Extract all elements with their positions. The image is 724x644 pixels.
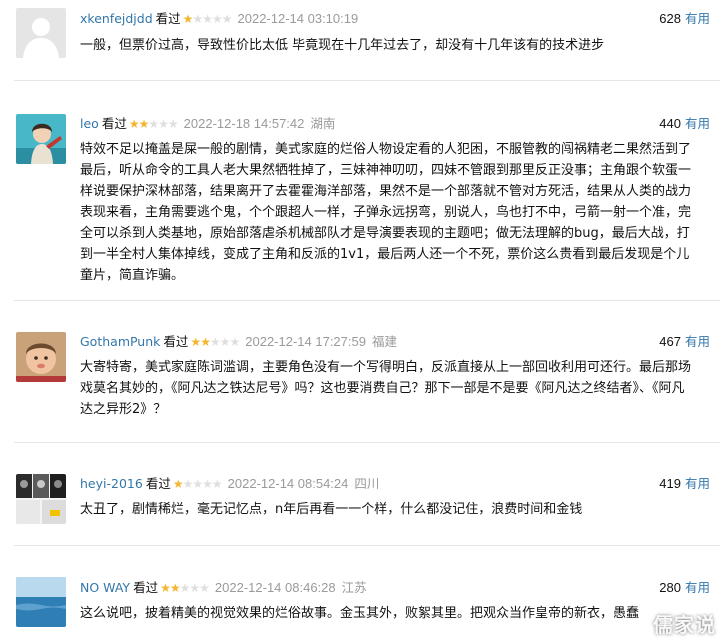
vote-area: 628 有用	[659, 9, 710, 29]
vote-count: 628	[659, 11, 681, 26]
divider	[14, 300, 720, 301]
avatar[interactable]	[16, 114, 66, 164]
username-link[interactable]: leo	[80, 116, 99, 131]
baby-photo-avatar-icon	[16, 332, 66, 382]
review-text: 太丑了，剧情稀烂，毫无记忆点，n年后再看一一个样，什么都没记住，浪费时间和金钱	[80, 502, 583, 517]
star-empty-icon: ★	[211, 12, 223, 26]
star-empty-icon: ★	[221, 12, 233, 26]
divider	[14, 80, 720, 81]
seen-label: 看过	[163, 334, 189, 349]
review-header: heyi-2016 看过 ★★★★★ 2022-12-14 08:54:24 四川	[80, 474, 710, 494]
star-empty-icon: ★	[202, 477, 213, 491]
vote-area: 440 有用	[659, 114, 710, 134]
username-link[interactable]: heyi-2016	[80, 476, 143, 491]
username-link[interactable]: GothamPunk	[80, 334, 160, 349]
useful-button[interactable]: 有用	[685, 580, 710, 595]
review-location: 江苏	[341, 580, 367, 595]
star-filled-icon: ★	[200, 335, 211, 349]
watermark-logo: 儒家说	[653, 613, 716, 637]
vote-count: 467	[659, 334, 681, 349]
review-text: 大寄特寄，美式家庭陈词滥调，主要角色没有一个写得明白，反派直接从上一部回收利用可…	[80, 360, 692, 417]
star-empty-icon: ★	[192, 477, 203, 491]
vote-area: 467 有用	[659, 332, 710, 352]
default-avatar-icon	[16, 8, 66, 58]
username-link[interactable]: xkenfejdjdd	[80, 11, 153, 26]
star-filled-icon: ★	[128, 117, 140, 131]
seen-label: 看过	[155, 11, 181, 26]
star-filled-icon: ★	[190, 335, 201, 349]
review-time: 2022-12-14 08:54:24	[227, 476, 349, 491]
star-empty-icon: ★	[148, 117, 159, 131]
star-empty-icon: ★	[229, 335, 240, 349]
useful-button[interactable]: 有用	[685, 116, 710, 131]
vote-count: 440	[659, 116, 681, 131]
avatar[interactable]	[16, 474, 66, 524]
star-empty-icon: ★	[199, 581, 210, 595]
sea-photo-avatar-icon	[16, 577, 66, 627]
rating-stars: ★★★★★	[182, 9, 233, 29]
avatar[interactable]	[16, 577, 66, 627]
review-header: xkenfejdjdd 看过 ★★★★★ 2022-12-14 03:10:19	[80, 9, 710, 29]
star-empty-icon: ★	[189, 581, 200, 595]
star-filled-icon: ★	[182, 12, 194, 26]
star-empty-icon: ★	[179, 581, 191, 595]
review-location: 湖南	[310, 116, 336, 131]
review-time: 2022-12-14 17:27:59	[245, 334, 366, 349]
username-link[interactable]: NO WAY	[80, 580, 130, 595]
rating-stars: ★★★★★	[172, 474, 223, 494]
vote-count: 280	[659, 580, 681, 595]
star-filled-icon: ★	[172, 477, 184, 491]
star-filled-icon: ★	[169, 581, 181, 595]
star-empty-icon: ★	[182, 477, 194, 491]
review-text: 一般，但票价过高，导致性价比太低 毕竟现在十几年过去了，却没有十几年该有的技术进…	[80, 38, 605, 53]
divider	[14, 442, 720, 443]
star-empty-icon: ★	[158, 117, 169, 131]
review-time: 2022-12-14 08:46:28	[214, 580, 336, 595]
review-time: 2022-12-18 14:57:42	[183, 116, 305, 131]
vote-area: 280 有用	[659, 578, 710, 598]
rating-stars: ★★★★★	[190, 332, 240, 352]
divider	[14, 545, 720, 546]
star-empty-icon: ★	[209, 335, 221, 349]
review-header: leo 看过 ★★★★★ 2022-12-18 14:57:42 湖南	[80, 114, 710, 134]
star-empty-icon: ★	[167, 117, 179, 131]
review-text: 特效不足以掩盖是屎一般的剧情，美式家庭的烂俗人物设定看的人犯困，不服管教的闯祸精…	[80, 142, 692, 283]
review-text: 这么说吧，披着精美的视觉效果的烂俗故事。金玉其外，败絮其里。把观众当作皇帝的新衣…	[80, 606, 640, 621]
review-header: GothamPunk 看过 ★★★★★ 2022-12-14 17:27:59 福建	[80, 332, 710, 352]
vote-count: 419	[659, 476, 681, 491]
collage-avatar-icon	[16, 474, 66, 524]
rating-stars: ★★★★★	[160, 578, 210, 598]
useful-button[interactable]: 有用	[685, 476, 710, 491]
useful-button[interactable]: 有用	[685, 11, 710, 26]
seen-label: 看过	[145, 476, 171, 491]
star-filled-icon: ★	[160, 581, 171, 595]
review-time: 2022-12-14 03:10:19	[237, 11, 359, 26]
vote-area: 419 有用	[659, 474, 710, 494]
useful-button[interactable]: 有用	[685, 334, 710, 349]
star-filled-icon: ★	[138, 117, 150, 131]
illustration-avatar-icon	[16, 114, 66, 164]
review-location: 四川	[354, 476, 380, 491]
rating-stars: ★★★★★	[128, 114, 179, 134]
star-empty-icon: ★	[202, 12, 213, 26]
avatar[interactable]	[16, 8, 66, 58]
review-header: NO WAY 看过 ★★★★★ 2022-12-14 08:46:28 江苏	[80, 578, 710, 598]
seen-label: 看过	[133, 580, 159, 595]
review-location: 福建	[371, 334, 397, 349]
star-empty-icon: ★	[192, 12, 203, 26]
seen-label: 看过	[101, 116, 127, 131]
avatar[interactable]	[16, 332, 66, 382]
star-empty-icon: ★	[211, 477, 223, 491]
